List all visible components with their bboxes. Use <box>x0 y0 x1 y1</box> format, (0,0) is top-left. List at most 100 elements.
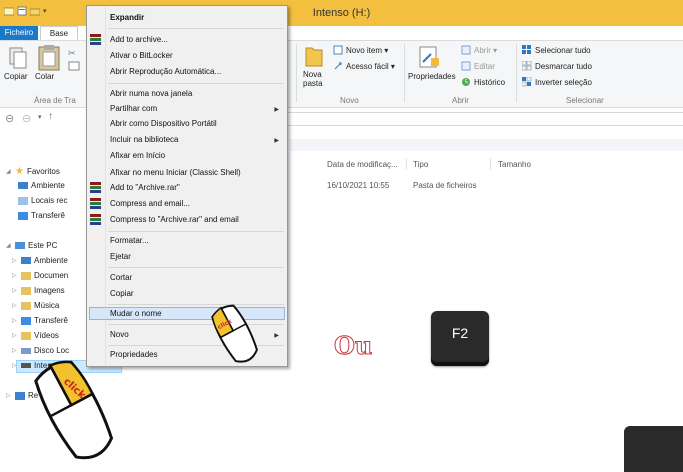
menu-item-bitlocker[interactable]: Ativar o BitLocker <box>110 50 173 62</box>
column-date[interactable]: Data de modificaç... <box>327 160 398 169</box>
easy-access-label: Acesso fácil ▾ <box>346 61 395 71</box>
edit-label: Editar <box>474 61 495 71</box>
copy-button[interactable]: Copiar <box>4 72 28 81</box>
nav-pc-item-label: Música <box>34 301 60 310</box>
menu-item-cut[interactable]: Cortar <box>110 272 132 284</box>
nav-pc-item-label: Imagens <box>34 286 65 295</box>
menu-item-compress-rar-email[interactable]: Compress to "Archive.rar" and email <box>110 214 239 226</box>
column-header-bar <box>290 139 683 151</box>
edit-button[interactable]: Editar <box>461 61 495 71</box>
collapse-arrow-icon[interactable]: ▷ <box>6 392 12 399</box>
invert-selection-button[interactable]: Inverter seleção <box>522 77 592 87</box>
nav-fav-item[interactable]: Locais rec <box>18 196 67 205</box>
recent-places-icon <box>18 196 28 205</box>
nav-fav-item[interactable]: Transferê <box>18 211 65 220</box>
collapse-arrow-icon[interactable]: ▷ <box>12 257 18 264</box>
menu-item-compress-email[interactable]: Compress and email... <box>110 198 190 210</box>
nav-favorites[interactable]: ◢ ★ Favoritos <box>6 166 60 177</box>
column-type[interactable]: Tipo <box>413 160 428 169</box>
easy-access-button[interactable]: Acesso fácil ▾ <box>333 61 395 71</box>
nav-fav-item-label: Transferê <box>31 211 65 220</box>
properties-button[interactable]: Propriedades <box>408 72 456 81</box>
nav-fav-item[interactable]: Ambiente <box>18 181 65 190</box>
paste-icon[interactable] <box>36 44 66 72</box>
file-row-type[interactable]: Pasta de ficheiros <box>413 181 477 190</box>
paste-button[interactable]: Colar <box>35 72 54 81</box>
menu-separator <box>108 28 284 29</box>
history-label: Histórico <box>474 77 506 87</box>
star-icon: ★ <box>15 166 24 177</box>
expand-arrow-icon[interactable]: ◢ <box>6 168 12 175</box>
column-size[interactable]: Tamanho <box>498 160 531 169</box>
forward-arrow-icon[interactable]: ⊖ <box>22 112 31 125</box>
computer-icon <box>15 242 25 249</box>
select-none-label: Desmarcar tudo <box>535 61 592 71</box>
nav-fav-item-label: Ambiente <box>31 181 65 190</box>
column-divider[interactable] <box>406 158 407 170</box>
collapse-arrow-icon[interactable]: ▷ <box>12 362 18 369</box>
menu-item-new[interactable]: Novo <box>110 329 129 341</box>
recent-locations-icon[interactable]: ▾ <box>38 113 42 121</box>
clipboard-group-label: Área de Tra <box>34 96 76 105</box>
column-divider[interactable] <box>490 158 491 170</box>
nav-favorites-label: Favoritos <box>26 167 60 176</box>
or-text: Ou <box>333 331 373 361</box>
address-bar[interactable] <box>286 112 683 126</box>
desktop-icon <box>18 182 28 189</box>
new-folder-label-line2[interactable]: pasta <box>303 79 323 88</box>
expand-arrow-icon[interactable]: ◢ <box>6 242 12 249</box>
nav-pc-item[interactable]: ▷ Ambiente <box>12 256 68 265</box>
nav-pc-item[interactable]: ▷ Música <box>12 301 59 310</box>
menu-item-expand[interactable]: Expandir <box>110 12 144 24</box>
ribbon-separator <box>516 44 517 102</box>
select-none-icon <box>522 61 532 71</box>
collapse-arrow-icon[interactable]: ▷ <box>12 332 18 339</box>
file-row-date[interactable]: 16/10/2021 10:55 <box>327 181 389 190</box>
tab-file[interactable]: Ficheiro <box>0 26 38 40</box>
collapse-arrow-icon[interactable]: ▷ <box>12 272 18 279</box>
menu-separator <box>108 83 284 84</box>
menu-item-autoplay[interactable]: Abrir Reprodução Automática... <box>110 66 221 78</box>
menu-item-format[interactable]: Formatar... <box>110 235 149 247</box>
open-group-label: Abrir <box>452 96 469 105</box>
menu-item-pin-classic-shell[interactable]: Afixar no menu Iniciar (Classic Shell) <box>110 167 241 179</box>
nav-pc-item[interactable]: ▷ Disco Loc <box>12 346 69 355</box>
back-arrow-icon[interactable]: ⊖ <box>5 112 14 125</box>
history-button[interactable]: Histórico <box>461 77 505 87</box>
select-all-icon <box>522 45 531 54</box>
nav-pc-item[interactable]: ▷ Transferê <box>12 316 68 325</box>
menu-item-add-to-archive[interactable]: Add to archive... <box>110 34 168 46</box>
menu-item-pin-start[interactable]: Afixar em Início <box>110 150 165 162</box>
nav-pc-item[interactable]: ▷ Imagens <box>12 286 65 295</box>
select-none-button[interactable]: Desmarcar tudo <box>522 61 592 71</box>
menu-item-rename[interactable]: Mudar o nome <box>110 308 162 320</box>
menu-item-include-library[interactable]: Incluir na biblioteca <box>110 134 178 146</box>
nav-pc-item[interactable]: ▷ Documen <box>12 271 68 280</box>
collapse-arrow-icon[interactable]: ▷ <box>12 347 18 354</box>
winrar-icon <box>90 182 101 193</box>
new-folder-icon[interactable] <box>305 44 323 68</box>
menu-item-add-to-archive-rar[interactable]: Add to "Archive.rar" <box>110 182 180 194</box>
collapse-arrow-icon[interactable]: ▷ <box>12 287 18 294</box>
collapse-arrow-icon[interactable]: ▷ <box>12 317 18 324</box>
select-all-button[interactable]: Selecionar tudo <box>522 45 591 55</box>
network-icon <box>15 391 25 400</box>
menu-item-open-portable[interactable]: Abrir como Dispositivo Portátil <box>110 118 217 130</box>
pictures-icon <box>21 286 31 295</box>
nav-fav-item-label: Locais rec <box>31 196 68 205</box>
new-folder-label-line1[interactable]: Nova <box>303 70 322 79</box>
menu-item-share-with[interactable]: Partilhar com <box>110 103 157 115</box>
new-item-button[interactable]: Novo item ▾ <box>333 45 388 55</box>
cut-icon[interactable]: ✂ <box>66 46 82 80</box>
menu-item-open-new-window[interactable]: Abrir numa nova janela <box>110 88 192 100</box>
properties-icon[interactable] <box>417 44 441 70</box>
menu-item-copy[interactable]: Copiar <box>110 288 134 300</box>
copy-icon[interactable] <box>8 46 30 72</box>
nav-pc-item[interactable]: ▷ Vídeos <box>12 331 59 340</box>
open-button[interactable]: Abrir ▾ <box>461 45 497 55</box>
menu-item-eject[interactable]: Ejetar <box>110 251 131 263</box>
tab-home[interactable]: Base <box>40 26 78 40</box>
nav-this-pc[interactable]: ◢ Este PC <box>6 241 57 250</box>
up-arrow-icon[interactable]: ↑ <box>48 111 53 122</box>
collapse-arrow-icon[interactable]: ▷ <box>12 302 18 309</box>
